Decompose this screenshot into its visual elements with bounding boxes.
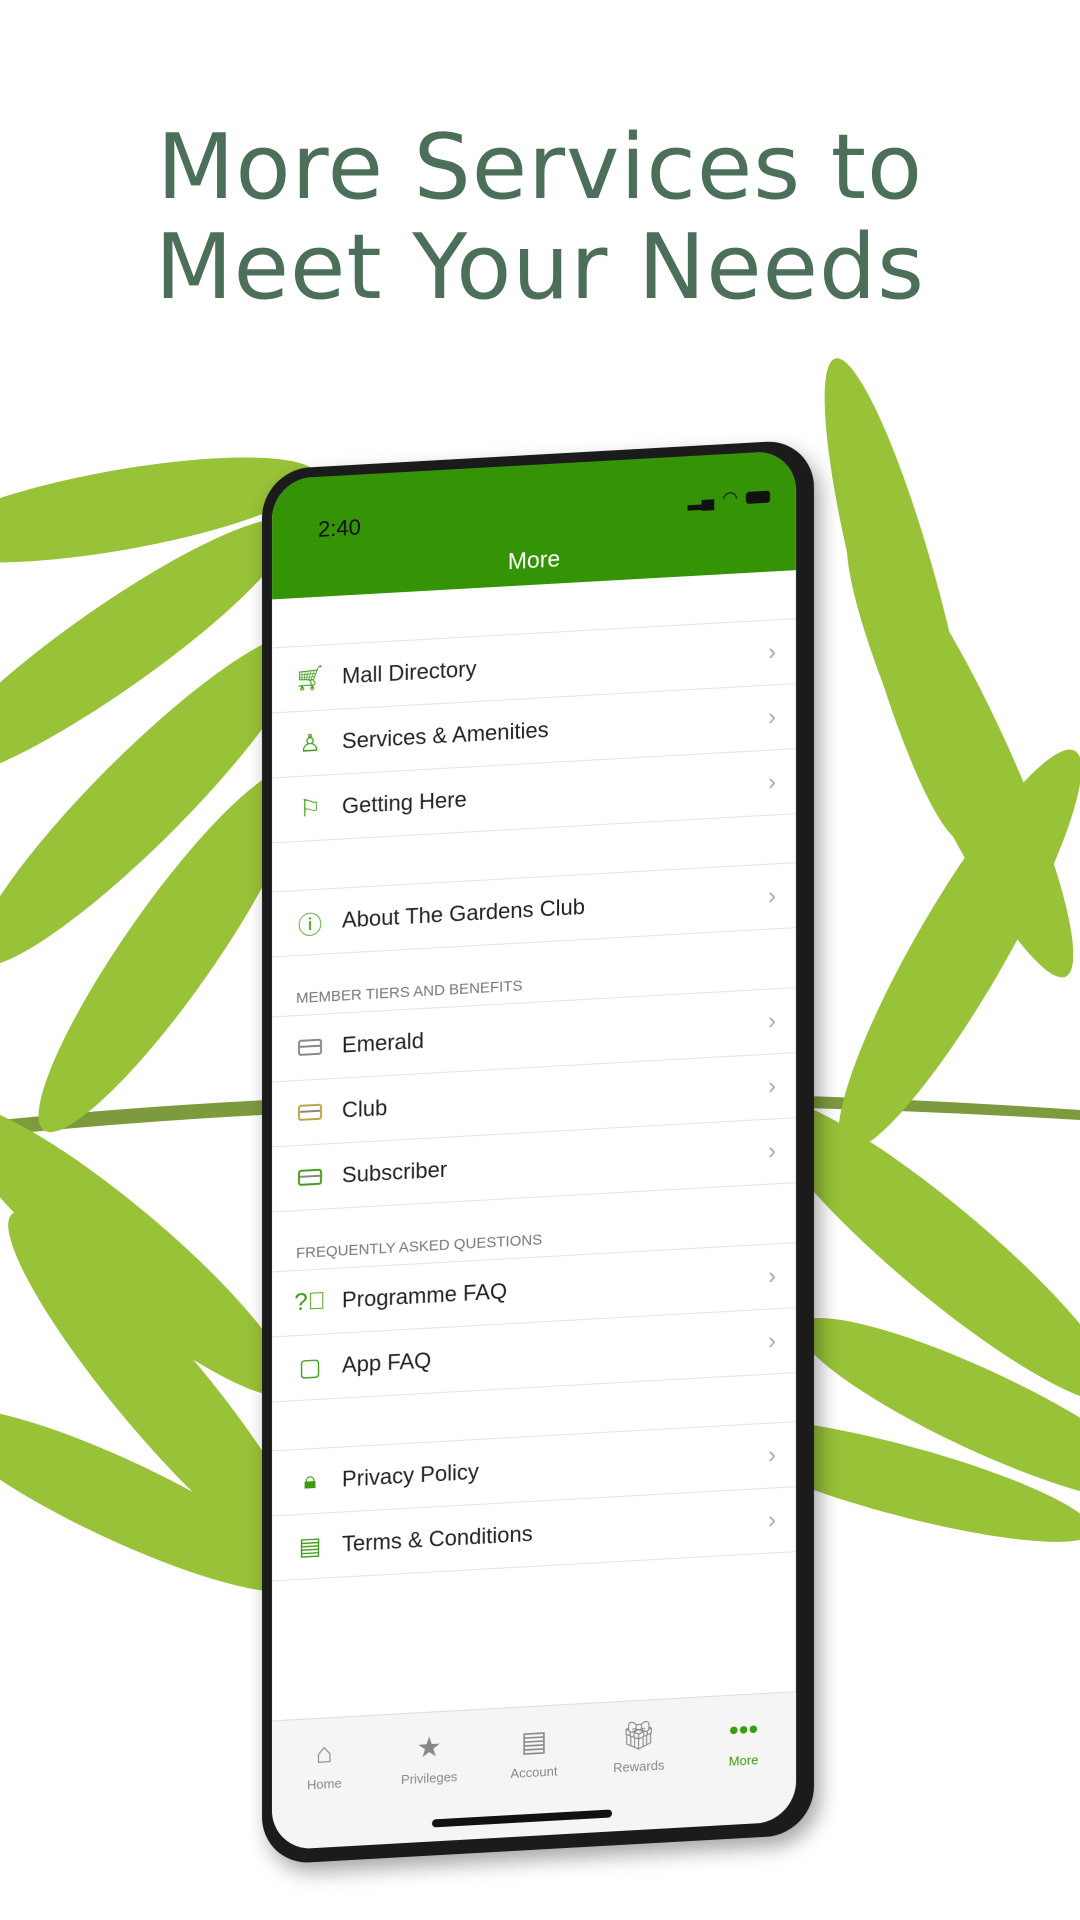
row-label: Privacy Policy bbox=[342, 1458, 479, 1492]
gift-icon: 🎁︎ bbox=[621, 1718, 657, 1752]
lock-icon: 🔒︎ bbox=[303, 1466, 317, 1495]
chevron-right-icon: › bbox=[768, 1007, 776, 1035]
chevron-right-icon: › bbox=[768, 768, 776, 796]
chevron-right-icon: › bbox=[768, 1262, 776, 1290]
wifi-icon: ◠ bbox=[722, 487, 738, 509]
tab-label: Home bbox=[307, 1775, 342, 1793]
tab-label: Account bbox=[510, 1763, 558, 1782]
row-label: About The Gardens Club bbox=[342, 893, 585, 933]
chevron-right-icon: › bbox=[768, 1506, 776, 1534]
chevron-right-icon: › bbox=[768, 1072, 776, 1100]
phone-mockup: 2:40 ▂▄ ◠ More 🛒︎ Mall Directory › ♙ Servic… bbox=[262, 439, 814, 1865]
tab-label: Privileges bbox=[401, 1769, 458, 1788]
headline-line-2: Meet Your Needs bbox=[154, 215, 926, 320]
wallet-icon: ▤ bbox=[520, 1725, 548, 1758]
tab-bar: ⌂ Home ★ Privileges ▤ Account 🎁︎ Rewards •••… bbox=[272, 1691, 796, 1851]
question-icon: ?⃝ bbox=[294, 1287, 326, 1317]
hand-service-icon: ♙ bbox=[299, 729, 321, 758]
row-label: Emerald bbox=[342, 1027, 424, 1058]
tab-home[interactable]: ⌂ Home bbox=[284, 1736, 364, 1849]
cart-icon: 🛒︎ bbox=[294, 663, 326, 693]
battery-icon bbox=[746, 490, 770, 504]
row-label: App FAQ bbox=[342, 1347, 432, 1378]
row-label: Programme FAQ bbox=[342, 1278, 508, 1313]
more-dots-icon: ••• bbox=[728, 1713, 759, 1746]
row-label: Mall Directory bbox=[342, 656, 477, 689]
row-label: Getting Here bbox=[342, 786, 467, 819]
tab-more[interactable]: ••• More bbox=[704, 1713, 784, 1826]
tab-label: More bbox=[728, 1752, 759, 1769]
status-icons: ▂▄ ◠ bbox=[688, 486, 770, 512]
chevron-right-icon: › bbox=[768, 703, 776, 731]
signpost-icon: ⚐ bbox=[299, 794, 321, 823]
row-label: Services & Amenities bbox=[342, 716, 549, 754]
tab-label: Rewards bbox=[613, 1757, 665, 1776]
document-icon: ▤ bbox=[298, 1532, 322, 1561]
tab-privileges[interactable]: ★ Privileges bbox=[389, 1730, 469, 1843]
card-icon bbox=[296, 1163, 324, 1193]
signal-icon: ▂▄ bbox=[687, 488, 715, 511]
chevron-right-icon: › bbox=[768, 1441, 776, 1469]
headline-line-1: More Services to bbox=[156, 115, 924, 220]
info-icon: ⓘ bbox=[298, 911, 322, 940]
status-time: 2:40 bbox=[318, 514, 361, 542]
chevron-right-icon: › bbox=[768, 882, 776, 910]
square-icon: ▢ bbox=[298, 1353, 322, 1382]
app-screen: 2:40 ▂▄ ◠ More 🛒︎ Mall Directory › ♙ Servic… bbox=[272, 450, 796, 1851]
chevron-right-icon: › bbox=[768, 638, 776, 666]
more-list: 🛒︎ Mall Directory › ♙ Services & Amenities ›… bbox=[272, 570, 796, 1582]
card-icon bbox=[296, 1033, 324, 1063]
card-icon bbox=[296, 1098, 324, 1128]
row-label: Subscriber bbox=[342, 1156, 448, 1188]
chevron-right-icon: › bbox=[768, 1137, 776, 1165]
star-icon: ★ bbox=[416, 1730, 442, 1764]
row-label: Terms & Conditions bbox=[342, 1520, 533, 1557]
home-icon: ⌂ bbox=[315, 1737, 333, 1769]
headline: More Services to Meet Your Needs bbox=[0, 118, 1080, 318]
row-label: Club bbox=[342, 1094, 388, 1123]
chevron-right-icon: › bbox=[768, 1327, 776, 1355]
